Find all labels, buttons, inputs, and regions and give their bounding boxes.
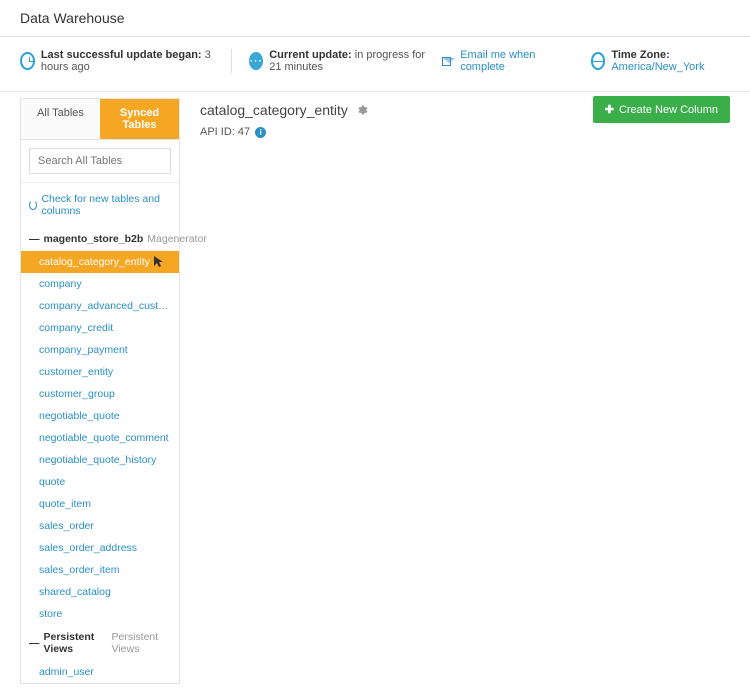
tree-item-customer-entity[interactable]: customer_entity [21,361,179,383]
status-bar: Last successful update began: 3 hours ag… [0,37,750,92]
create-new-column-label: Create New Column [619,104,718,116]
tree-item-shared-catalog[interactable]: shared_catalog [21,581,179,603]
tree-item-sales-order-item[interactable]: sales_order_item [21,559,179,581]
tree-item-admin-user[interactable]: admin_user [21,661,179,683]
sidebar: All Tables Synced Tables Check for new t… [20,98,180,684]
current-update-label: Current update: [269,49,352,61]
api-id-value: 47 [238,126,250,138]
tree-group-magento[interactable]: — magento_store_b2b Magenerator [21,227,179,251]
tree-group-name: Persistent Views [44,631,108,655]
tree-group-sub: Magenerator [147,233,207,245]
tree-item-company-payment[interactable]: company_payment [21,339,179,361]
tree-item-quote[interactable]: quote [21,471,179,493]
tree-item-company-credit[interactable]: company_credit [21,317,179,339]
table-title: catalog_category_entity [200,102,348,118]
tree-item-negotiable-quote-history[interactable]: negotiable_quote_history [21,449,179,471]
timezone-label: Time Zone: [611,49,669,61]
tree-group-name: magento_store_b2b [44,233,144,245]
tab-all-tables[interactable]: All Tables [21,99,100,140]
tree-item-sales-order-address[interactable]: sales_order_address [21,537,179,559]
page-title: Data Warehouse [0,0,750,37]
check-new-tables-link[interactable]: Check for new tables and columns [21,183,179,227]
tree-group-sub: Persistent Views [112,631,172,655]
tree-group-persistent[interactable]: — Persistent Views Persistent Views [21,625,179,661]
last-update-label: Last successful update began: [41,49,202,61]
tree-item-negotiable-quote[interactable]: negotiable_quote [21,405,179,427]
gear-icon[interactable] [356,104,368,116]
tree-item-company[interactable]: company [21,273,179,295]
email-complete-link[interactable]: Email me when complete [460,49,554,73]
collapse-icon: — [29,637,40,649]
progress-icon: ··· [249,52,263,70]
last-update-status: Last successful update began: 3 hours ag… [20,49,213,73]
timezone-value[interactable]: America/New_York [611,61,704,73]
main-panel: ✚ Create New Column catalog_category_ent… [200,98,730,684]
sidebar-tabs: All Tables Synced Tables [21,99,179,140]
refresh-icon [29,200,37,210]
tree-item-quote-item[interactable]: quote_item [21,493,179,515]
current-update-status: ··· Current update: in progress for 21 m… [249,49,554,73]
collapse-icon: — [29,233,40,245]
tree-item-catalog-category-entity[interactable]: catalog_category_entity [21,251,179,273]
api-id-row: API ID: 47 i [200,126,730,144]
plus-icon: ✚ [605,103,614,116]
info-icon[interactable]: i [255,127,266,138]
tree-item-sales-order[interactable]: sales_order [21,515,179,537]
tree-item-company-advanced-customer-entity[interactable]: company_advanced_customer_entity [21,295,179,317]
globe-icon [591,52,606,70]
table-tree: — magento_store_b2b Magenerator catalog_… [21,227,179,683]
tree-item-negotiable-quote-comment[interactable]: negotiable_quote_comment [21,427,179,449]
check-new-tables-label: Check for new tables and columns [41,193,171,217]
api-id-label: API ID: [200,126,235,138]
create-new-column-button[interactable]: ✚ Create New Column [593,96,730,123]
cursor-icon [150,256,164,268]
search-input[interactable] [29,148,171,174]
divider [231,49,232,73]
clock-icon [20,52,35,70]
tree-item-customer-group[interactable]: customer_group [21,383,179,405]
timezone-status: Time Zone: America/New_York [591,49,730,73]
tree-item-store[interactable]: store [21,603,179,625]
mail-icon [442,57,452,66]
tab-synced-tables[interactable]: Synced Tables [100,99,179,140]
